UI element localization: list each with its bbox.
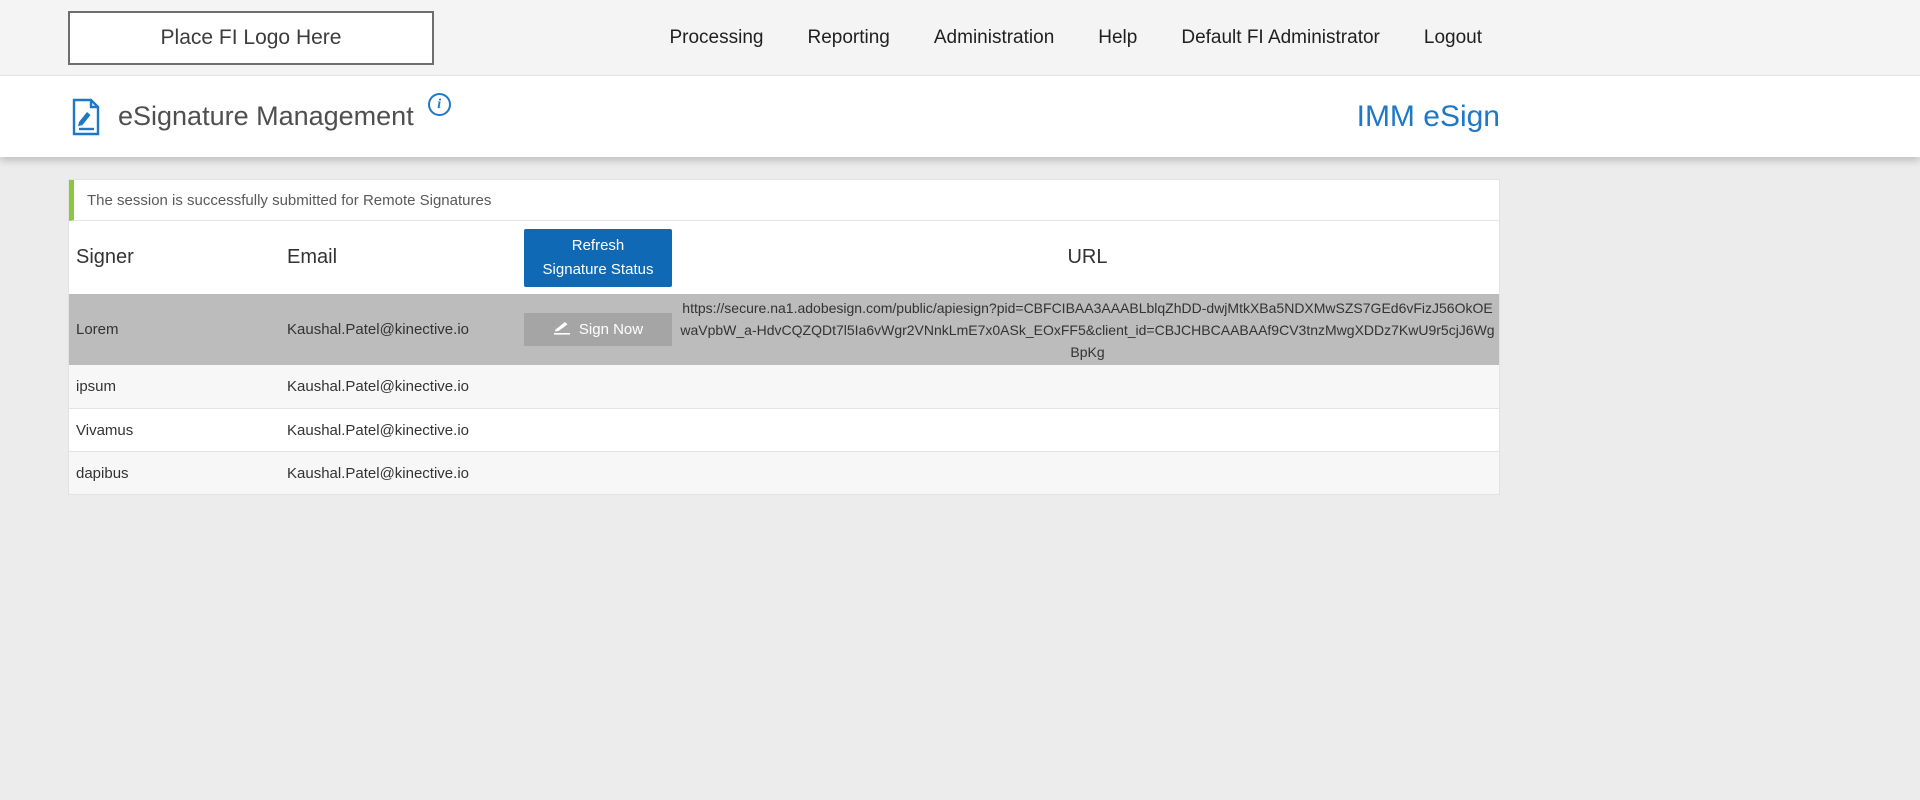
nav-item-user-menu[interactable]: Default FI Administrator: [1181, 27, 1380, 49]
column-header-action: Refresh Signature Status: [520, 229, 676, 287]
success-message-text: The session is successfully submitted fo…: [87, 192, 491, 209]
refresh-button-line2: Signature Status: [524, 258, 672, 281]
signer-action-cell: Sign Now: [520, 313, 676, 346]
signer-email: Kaushal.Patel@kinective.io: [287, 321, 520, 338]
signer-email: Kaushal.Patel@kinective.io: [287, 378, 520, 395]
signer-url-cell: https://secure.na1.adobesign.com/public/…: [676, 297, 1499, 363]
signing-url: https://secure.na1.adobesign.com/public/…: [680, 297, 1495, 363]
table-header-row: Signer Email Refresh Signature Status UR…: [69, 221, 1499, 294]
sign-now-label: Sign Now: [579, 321, 643, 338]
title-bar: eSignature Management i IMM eSign: [0, 76, 1920, 157]
signer-email: Kaushal.Patel@kinective.io: [287, 422, 520, 439]
nav-item-logout[interactable]: Logout: [1424, 27, 1482, 49]
fi-logo-text: Place FI Logo Here: [161, 26, 342, 50]
column-header-email: Email: [287, 246, 520, 269]
sign-now-button[interactable]: Sign Now: [524, 313, 672, 346]
table-row[interactable]: Vivamus Kaushal.Patel@kinective.io: [69, 408, 1499, 451]
signers-panel: The session is successfully submitted fo…: [68, 179, 1500, 495]
signer-name: dapibus: [69, 465, 287, 482]
nav-item-reporting[interactable]: Reporting: [807, 27, 889, 49]
nav-item-help[interactable]: Help: [1098, 27, 1137, 49]
nav-item-processing[interactable]: Processing: [669, 27, 763, 49]
info-icon[interactable]: i: [428, 93, 451, 116]
column-header-url: URL: [676, 246, 1499, 269]
top-header: Place FI Logo Here Processing Reporting …: [0, 0, 1920, 76]
pen-icon: [553, 321, 572, 339]
signer-name: ipsum: [69, 378, 287, 395]
page-title: eSignature Management: [118, 101, 414, 132]
signer-name: Vivamus: [69, 422, 287, 439]
signer-name: Lorem: [69, 321, 287, 338]
refresh-button-line1: Refresh: [524, 234, 672, 257]
main-nav: Processing Reporting Administration Help…: [669, 0, 1482, 76]
main-content: The session is successfully submitted fo…: [0, 157, 1920, 800]
brand-imm-esign: IMM eSign: [1357, 100, 1500, 134]
success-message: The session is successfully submitted fo…: [69, 180, 1499, 221]
nav-item-administration[interactable]: Administration: [934, 27, 1054, 49]
table-row[interactable]: Lorem Kaushal.Patel@kinective.io Sign No…: [69, 294, 1499, 365]
table-row[interactable]: ipsum Kaushal.Patel@kinective.io: [69, 365, 1499, 408]
fi-logo-placeholder: Place FI Logo Here: [68, 11, 434, 65]
refresh-signature-status-button[interactable]: Refresh Signature Status: [524, 229, 672, 287]
signer-email: Kaushal.Patel@kinective.io: [287, 465, 520, 482]
table-row[interactable]: dapibus Kaushal.Patel@kinective.io: [69, 451, 1499, 494]
esignature-document-icon: [70, 98, 102, 136]
column-header-signer: Signer: [69, 246, 287, 269]
